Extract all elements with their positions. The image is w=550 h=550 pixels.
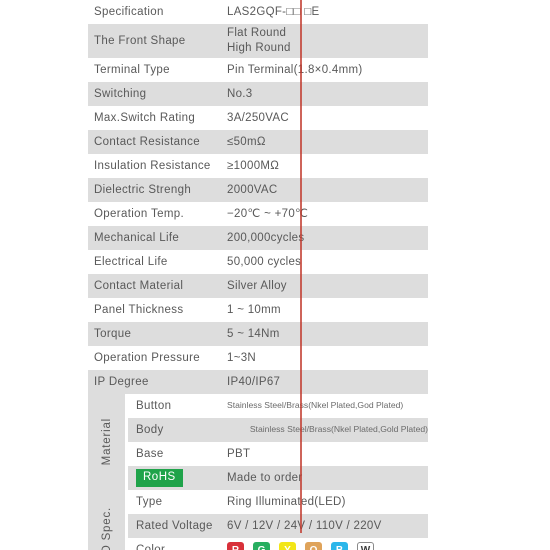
row-label: Button xyxy=(136,399,172,412)
led-color-swatch-b: B xyxy=(331,541,348,550)
table-row: Insulation Resistance ≥1000MΩ xyxy=(88,154,428,178)
row-label: Electrical Life xyxy=(94,255,168,268)
row-value: RGYOBW xyxy=(213,538,428,550)
material-group-tag: Material xyxy=(88,394,128,490)
table-row: Torque 5 ~ 14Nm xyxy=(88,322,428,346)
table-row: Panel Thickness 1 ~ 10mm xyxy=(88,298,428,322)
row-value: LAS2GQF-□□ □E xyxy=(227,5,320,18)
row-value: −20℃ ~ +70℃ xyxy=(227,207,309,220)
row-label: Panel Thickness xyxy=(94,303,184,316)
row-value: Flat Round High Round xyxy=(227,27,291,54)
row-value: Pin Terminal(1.8×0.4mm) xyxy=(227,63,363,76)
led-color-swatch-y: Y xyxy=(279,541,296,550)
row-value: 2000VAC xyxy=(227,183,278,196)
table-row: Base PBT xyxy=(128,442,428,466)
table-row: Contact Resistance ≤50mΩ xyxy=(88,130,428,154)
row-label: Operation Pressure xyxy=(94,351,201,364)
led-spec-group: LED Spec. Type Ring Illuminated(LED) Rated… xyxy=(88,490,428,550)
row-label: IP Degree xyxy=(94,375,149,388)
material-rows-container: Button Stainless Steel/Brass(Nkel Plated,… xyxy=(128,394,428,490)
spec-sheet: Specification LAS2GQF-□□ □E The Front Shap… xyxy=(0,0,550,550)
row-value: 50,000 cycles xyxy=(227,255,302,268)
rohs-badge: RoHS xyxy=(136,469,183,487)
material-group-label: Material xyxy=(100,418,113,466)
row-label: Rated Voltage xyxy=(136,519,213,532)
row-label: Dielectric Strengh xyxy=(94,183,192,196)
table-row: Switching No.3 xyxy=(88,82,428,106)
red-column-divider xyxy=(300,0,302,533)
row-value: Ring Illuminated(LED) xyxy=(227,495,346,508)
row-value: IP40/IP67 xyxy=(227,375,281,388)
row-value: ≤50mΩ xyxy=(227,135,266,148)
table-row: Electrical Life 50,000 cycles xyxy=(88,250,428,274)
led-color-swatch-r: R xyxy=(227,541,244,550)
table-row: Button Stainless Steel/Brass(Nkel Plated,… xyxy=(128,394,428,418)
led-color-swatch-g: G xyxy=(253,541,270,550)
table-row: Max.Switch Rating 3A/250VAC xyxy=(88,106,428,130)
row-label: Mechanical Life xyxy=(94,231,180,244)
row-value-text: Stainless Steel/Brass(Nkel Plated,God Pl… xyxy=(227,400,404,411)
row-value: Stainless Steel/Brass(Nkel Plated,Gold P… xyxy=(213,418,428,442)
row-value: 6V / 12V / 24V / 110V / 220V xyxy=(227,519,382,532)
row-value: 5 ~ 14Nm xyxy=(227,327,280,340)
main-rows-container: Specification LAS2GQF-□□ □E The Front Shap… xyxy=(88,0,428,394)
table-row: Terminal Type Pin Terminal(1.8×0.4mm) xyxy=(88,58,428,82)
table-row: Specification LAS2GQF-□□ □E xyxy=(88,0,428,24)
row-label: Torque xyxy=(94,327,132,340)
row-label: Max.Switch Rating xyxy=(94,111,196,124)
row-label: Contact Material xyxy=(94,279,184,292)
table-row: RoHS Made to order xyxy=(128,466,428,490)
table-row: Color R G Y O B W xyxy=(128,538,428,550)
row-label: RoHS xyxy=(128,466,213,490)
row-value: 1~3N xyxy=(227,351,257,364)
row-label: Color xyxy=(136,543,166,550)
row-label: Operation Temp. xyxy=(94,207,185,220)
row-label: The Front Shape xyxy=(94,34,186,47)
row-value-text: Stainless Steel/Brass(Nkel Plated,Gold P… xyxy=(249,424,428,435)
led-color-swatch-w: W xyxy=(357,541,374,550)
led-color-swatches: RGYOBW xyxy=(227,541,374,550)
row-value: Silver Alloy xyxy=(227,279,287,292)
row-value: Made to order xyxy=(227,471,303,484)
row-value: PBT xyxy=(227,447,251,460)
row-value: 3A/250VAC xyxy=(227,111,289,124)
led-color-swatch-o: O xyxy=(305,541,322,550)
row-label: Type xyxy=(136,495,163,508)
material-group: Material Button Stainless Steel/Brass(Nke… xyxy=(88,394,428,490)
led-spec-rows-container: Type Ring Illuminated(LED) Rated Voltage 6V… xyxy=(128,490,428,550)
table-row: IP Degree IP40/IP67 xyxy=(88,370,428,394)
led-spec-group-label: LED Spec. xyxy=(100,506,113,550)
row-label: Base xyxy=(136,447,164,460)
specification-table: Specification LAS2GQF-□□ □E The Front Shap… xyxy=(88,0,428,550)
table-row: Operation Pressure 1~3N xyxy=(88,346,428,370)
row-value: Stainless Steel/Brass(Nkel Plated,God Pl… xyxy=(213,394,428,418)
row-label: Specification xyxy=(94,5,164,18)
led-spec-group-tag: LED Spec. xyxy=(88,490,128,550)
table-row: Type Ring Illuminated(LED) xyxy=(128,490,428,514)
table-row: Dielectric Strengh 2000VAC xyxy=(88,178,428,202)
table-row: Contact Material Silver Alloy xyxy=(88,274,428,298)
table-row: The Front Shape Flat Round High Round xyxy=(88,24,428,58)
row-value: 200,000cycles xyxy=(227,231,305,244)
row-value: 1 ~ 10mm xyxy=(227,303,281,316)
row-label: Switching xyxy=(94,87,147,100)
table-row: Mechanical Life 200,000cycles xyxy=(88,226,428,250)
row-label: Body xyxy=(136,423,164,436)
table-row: Body Stainless Steel/Brass(Nkel Plated,Go… xyxy=(128,418,428,442)
row-value: ≥1000MΩ xyxy=(227,159,280,172)
row-label: Terminal Type xyxy=(94,63,170,76)
table-row: Rated Voltage 6V / 12V / 24V / 110V / 220… xyxy=(128,514,428,538)
row-label: Insulation Resistance xyxy=(94,159,211,172)
row-value: No.3 xyxy=(227,87,253,100)
row-label: Contact Resistance xyxy=(94,135,201,148)
table-row: Operation Temp. −20℃ ~ +70℃ xyxy=(88,202,428,226)
